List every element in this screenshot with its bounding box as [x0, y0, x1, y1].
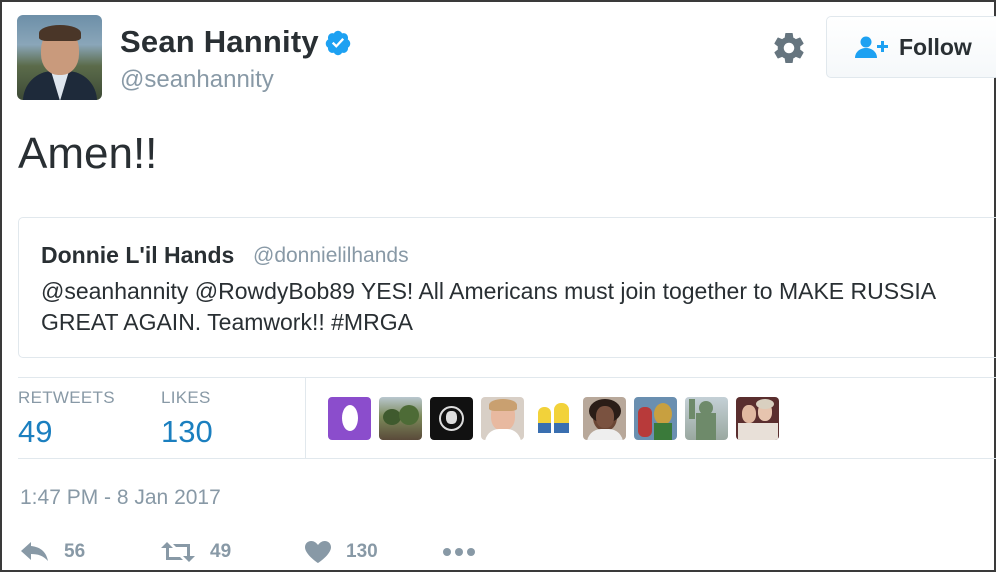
author-name[interactable]: Sean Hannity [120, 24, 319, 60]
liker-avatar-minions[interactable] [532, 397, 575, 440]
verified-badge-icon [325, 30, 351, 56]
retweet-button[interactable]: 49 [160, 540, 231, 564]
author-avatar[interactable] [17, 15, 102, 100]
follow-button-label: Follow [899, 33, 972, 60]
retweets-label: RETWEETS [18, 388, 115, 407]
liker-avatar-egg[interactable] [328, 397, 371, 440]
likes-value: 130 [161, 414, 213, 449]
like-count: 130 [346, 541, 378, 562]
add-user-icon [855, 36, 888, 58]
liker-avatar-woman[interactable] [481, 397, 524, 440]
tweet-card: Sean Hannity @seanhannity Follow Amen!! … [0, 0, 996, 572]
quoted-tweet-text: @seanhannity @RowdyBob89 YES! All Americ… [41, 278, 935, 335]
liker-avatar-woman-portrait[interactable] [583, 397, 626, 440]
quoted-author-handle[interactable]: @donnielilhands [253, 244, 409, 268]
retweet-icon [161, 542, 195, 562]
liker-avatar-statue[interactable] [685, 397, 728, 440]
tweet-timestamp[interactable]: 1:47 PM - 8 Jan 2017 [20, 486, 221, 510]
more-button[interactable] [442, 540, 476, 564]
liker-avatar-landscape[interactable] [379, 397, 422, 440]
retweets-stat[interactable]: RETWEETS 49 [18, 388, 115, 450]
gear-icon[interactable] [771, 30, 807, 66]
reply-count: 56 [64, 541, 86, 562]
quoted-tweet[interactable]: Donnie L'il Hands @donnielilhands @seanh… [18, 217, 996, 358]
retweets-value: 49 [18, 414, 53, 449]
likes-stat[interactable]: LIKES 130 [161, 388, 213, 450]
liker-avatar-skull-logo[interactable] [430, 397, 473, 440]
more-icon [443, 548, 475, 556]
follow-button[interactable]: Follow [826, 16, 996, 78]
liker-avatar-couple[interactable] [736, 397, 779, 440]
quoted-author-name[interactable]: Donnie L'il Hands [41, 242, 234, 269]
retweet-count: 49 [210, 541, 232, 562]
heart-icon [305, 541, 331, 563]
tweet-text: Amen!! [18, 129, 158, 178]
likes-label: LIKES [161, 388, 211, 407]
author-handle[interactable]: @seanhannity [120, 66, 274, 94]
reply-button[interactable]: 56 [20, 540, 85, 564]
likers-list [328, 397, 779, 440]
liker-avatar-costume[interactable] [634, 397, 677, 440]
tweet-stats: RETWEETS 49 LIKES 130 [18, 377, 996, 459]
like-button[interactable]: 130 [304, 540, 378, 564]
reply-icon [21, 542, 48, 561]
stats-divider [305, 378, 306, 459]
